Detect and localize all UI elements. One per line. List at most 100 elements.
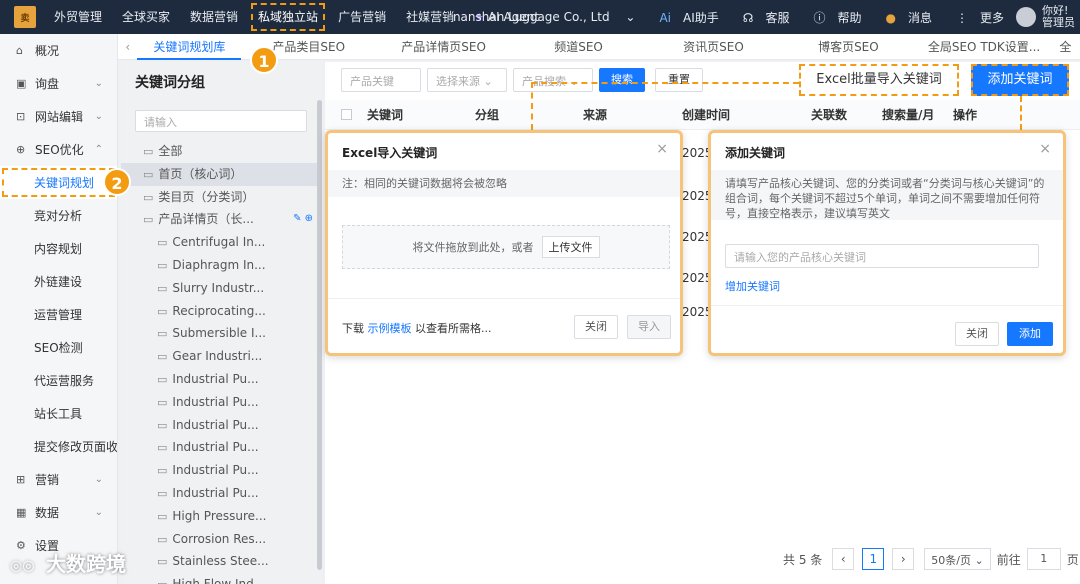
group-tree-node[interactable]: ▭ Industrial Pu...: [121, 368, 321, 391]
add-dialog-close-button[interactable]: 关闭: [955, 322, 999, 346]
excel-close-button[interactable]: 关闭: [574, 315, 618, 339]
tab-channel-seo[interactable]: 频道SEO: [511, 34, 646, 60]
sidebar-item-keyword-planning[interactable]: 关键词规划: [0, 166, 117, 199]
tab-news-seo[interactable]: 资讯页SEO: [646, 34, 781, 60]
chevron-up-icon: ⌃: [94, 144, 103, 155]
group-tree-node[interactable]: ▭ Diaphragm In...: [121, 254, 321, 277]
sidebar-item-overview[interactable]: ⌂ 概况: [0, 34, 117, 67]
chevron-down-icon: ⌄: [974, 554, 984, 567]
watermark-logo: ◎◎ 大数跨境: [10, 552, 126, 576]
keyword-input[interactable]: 请输入您的产品核心关键词: [725, 244, 1039, 268]
group-tree-node[interactable]: ▭ Corrosion Res...: [121, 528, 321, 551]
logo[interactable]: 卖: [14, 6, 36, 28]
edit-icon: ⊡: [16, 110, 26, 123]
more-button[interactable]: ⋮ 更多: [944, 9, 1004, 26]
add-more-keyword-link[interactable]: 增加关键词: [725, 278, 780, 294]
folder-icon: ▭: [157, 486, 168, 500]
folder-icon: ▭: [157, 395, 168, 409]
excel-import-button[interactable]: Excel批量导入关键词: [799, 64, 959, 96]
page-1-button[interactable]: 1: [862, 548, 885, 570]
group-tree-node[interactable]: ▭ Centrifugal In...: [121, 231, 321, 254]
group-tree-node[interactable]: ▭ 首页（核心词）: [121, 162, 321, 186]
group-tree-node[interactable]: ▭ 产品详情页（长... ✎ ⊕: [121, 208, 321, 231]
group-tree-node[interactable]: ▭High Flow Ind...: [121, 573, 321, 584]
page-size-select[interactable]: 50条/页 ⌄: [924, 548, 991, 570]
add-confirm-button[interactable]: 添加: [1007, 322, 1053, 346]
goto-suffix: 页: [1066, 552, 1079, 567]
group-tree-node[interactable]: ▭ 类目页（分类词）: [121, 186, 321, 209]
user-greeting[interactable]: 你好! 管理员: [1042, 5, 1076, 29]
nav-data-marketing[interactable]: 数据营销: [180, 0, 248, 34]
folder-icon: ▭: [157, 509, 168, 523]
tab-keyword-library[interactable]: 关键词规划库: [137, 34, 242, 60]
group-tree-node[interactable]: ▭ Industrial Pu...: [121, 482, 321, 505]
tab-global-tdk[interactable]: 全局SEO TDK设置...: [916, 34, 1051, 60]
sidebar-item-backlinks[interactable]: 外链建设: [0, 265, 117, 298]
edit-add-icon[interactable]: ✎ ⊕: [293, 208, 313, 231]
sidebar-item-managed-service[interactable]: 代运营服务: [0, 364, 117, 397]
excel-dialog-note: 注：相同的关键词数据将会被忽略: [328, 170, 680, 197]
sidebar-item-data[interactable]: ▦ 数据 ⌄: [0, 496, 117, 529]
group-tree-node[interactable]: ▭ High Pressure...: [121, 505, 321, 528]
avatar[interactable]: [1016, 7, 1036, 27]
excel-import-dialog: Excel导入关键词 × 注：相同的关键词数据将会被忽略 将文件拖放到此处，或者…: [325, 130, 683, 356]
source-select[interactable]: 选择来源 ⌄: [427, 68, 507, 92]
group-tree-node[interactable]: ▭ Submersible I...: [121, 322, 321, 345]
sidebar-item-site-edit[interactable]: ⊡ 网站编辑 ⌄: [0, 100, 117, 133]
nav-global-buyers[interactable]: 全球买家: [112, 0, 180, 34]
nav-foreign-trade[interactable]: 外贸管理: [44, 0, 112, 34]
group-tree-node[interactable]: ▭ Stainless Stee...: [121, 550, 321, 573]
sidebar-item-content[interactable]: 内容规划: [0, 232, 117, 265]
sidebar-item-marketing[interactable]: ⊞ 营销 ⌄: [0, 463, 117, 496]
dialog-divider: [711, 305, 1063, 306]
next-page-button[interactable]: ›: [892, 548, 915, 570]
prev-page-button[interactable]: ‹: [832, 548, 855, 570]
customer-service-button[interactable]: ☊ 客服: [731, 9, 790, 26]
add-keyword-button[interactable]: 添加关键词: [971, 64, 1069, 96]
reset-button[interactable]: 重置: [655, 68, 703, 92]
sidebar-item-inquiry[interactable]: ▣ 询盘 ⌄: [0, 67, 117, 100]
ai-assistant-button[interactable]: Ai AI助手: [647, 9, 718, 26]
group-search-input[interactable]: 请输入: [135, 110, 307, 132]
group-tree: ▭ 全部 ▭ 首页（核心词） ▭ 类目页（分类词） ▭ 产品详情页（长... ✎ ⊕ ▭ Centr…: [121, 140, 321, 584]
group-scrollbar[interactable]: [317, 100, 322, 570]
goto-page-input[interactable]: 1: [1026, 548, 1061, 570]
close-icon[interactable]: ×: [656, 141, 668, 157]
file-dropzone[interactable]: 将文件拖放到此处，或者 上传文件: [342, 225, 670, 269]
dialog-divider: [328, 298, 680, 299]
group-tree-node[interactable]: ▭ 全部: [121, 140, 321, 163]
sidebar-item-seo-check[interactable]: SEO检测: [0, 331, 117, 364]
company-selector[interactable]: nanshan Luggage Co., Ltd ⌄: [441, 10, 636, 24]
tab-blog-seo[interactable]: 博客页SEO: [781, 34, 916, 60]
headset-icon: ☊: [742, 10, 754, 25]
tab-product-detail-seo[interactable]: 产品详情页SEO: [376, 34, 511, 60]
group-tree-node[interactable]: ▭ Reciprocating...: [121, 300, 321, 323]
message-button[interactable]: ● 消息: [873, 9, 932, 26]
sidebar-item-operations[interactable]: 运营管理: [0, 298, 117, 331]
sidebar-item-webmaster-tools[interactable]: 站长工具: [0, 397, 117, 430]
nav-ad-marketing[interactable]: 广告营销: [328, 0, 396, 34]
sidebar-item-competitor[interactable]: 竞对分析: [0, 199, 117, 232]
group-tree-node[interactable]: ▭ Industrial Pu...: [121, 414, 321, 437]
product-search-input[interactable]: 产品搜索 ⌄: [513, 68, 593, 92]
group-tree-node[interactable]: ▭ Industrial Pu...: [121, 436, 321, 459]
search-button[interactable]: 搜索: [599, 68, 645, 92]
group-tree-node[interactable]: ▭ Industrial Pu...: [121, 391, 321, 414]
header-checkbox[interactable]: [341, 109, 352, 120]
connector-line: [531, 82, 533, 130]
sidebar-item-submit-index[interactable]: 提交修改页面收录: [0, 430, 117, 463]
group-tree-node[interactable]: ▭ Gear Industri...: [121, 345, 321, 368]
group-tree-node[interactable]: ▭ Industrial Pu...: [121, 459, 321, 482]
chevron-left-icon[interactable]: ‹: [118, 40, 137, 54]
help-button[interactable]: ⓘ 帮助: [801, 9, 861, 26]
keyword-filter-input[interactable]: 产品关键: [341, 68, 421, 92]
sidebar-item-seo[interactable]: ⊕ SEO优化 ⌃: [0, 133, 117, 166]
folder-icon: ▭: [157, 441, 168, 455]
group-tree-node[interactable]: ▭ Slurry Industr...: [121, 277, 321, 300]
close-icon[interactable]: ×: [1039, 141, 1051, 157]
import-button[interactable]: 导入: [627, 315, 671, 339]
nav-private-site[interactable]: 私域独立站: [248, 0, 328, 34]
template-link[interactable]: 示例模板: [368, 322, 412, 335]
tab-more[interactable]: 全: [1051, 34, 1080, 60]
upload-file-button[interactable]: 上传文件: [541, 236, 600, 258]
